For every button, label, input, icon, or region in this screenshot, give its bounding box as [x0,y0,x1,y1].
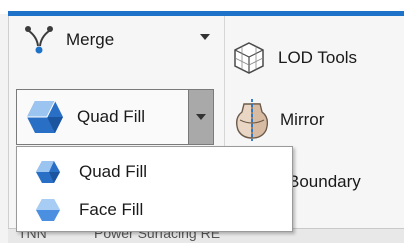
boundary-button[interactable]: Boundary [288,170,361,194]
lod-tools-label: LOD Tools [278,48,358,67]
menu-item-quad-fill[interactable]: Quad Fill [17,155,292,189]
quad-fill-icon [36,161,60,183]
mirror-icon [235,99,269,141]
face-fill-icon [36,199,60,221]
chevron-down-icon [196,114,206,120]
mirror-label: Mirror [280,110,325,129]
boundary-label: Boundary [288,172,361,191]
merge-button[interactable]: Merge [14,20,214,60]
quad-fill-dropdown-arrow[interactable] [188,90,213,144]
quad-fill-split-button[interactable]: Quad Fill [16,89,214,145]
quad-fill-dropdown-menu: Quad Fill Face Fill [16,146,293,232]
lod-tools-button[interactable]: LOD Tools [232,38,357,78]
lod-tools-icon [234,42,264,74]
menu-item-label: Quad Fill [79,162,148,181]
merge-label: Merge [66,30,115,49]
quad-fill-label: Quad Fill [77,107,146,126]
merge-icon [25,26,53,54]
menu-item-label: Face Fill [79,200,144,219]
chevron-down-icon[interactable] [200,34,210,40]
mirror-button[interactable]: Mirror [230,98,324,142]
menu-item-face-fill[interactable]: Face Fill [17,193,292,227]
quad-fill-button[interactable]: Quad Fill [17,90,188,144]
quad-fill-icon [27,100,63,133]
